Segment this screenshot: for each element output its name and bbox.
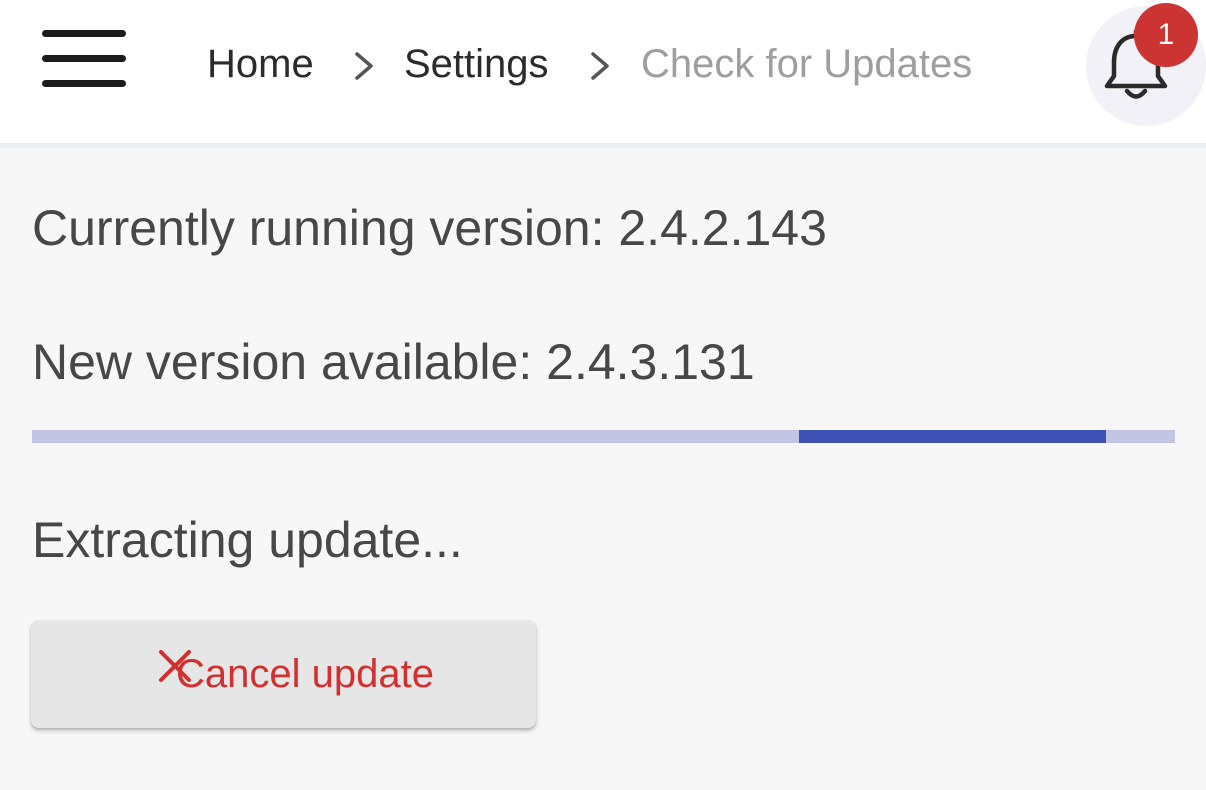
- current-version-text: Currently running version: 2.4.2.143: [32, 200, 827, 256]
- update-status-text: Extracting update...: [32, 512, 463, 568]
- app-header: Home Settings Check for Updates 1: [0, 0, 1206, 148]
- cancel-update-button[interactable]: Cancel update: [31, 620, 536, 728]
- breadcrumb-check-for-updates: Check for Updates: [641, 42, 973, 86]
- cancel-update-label: Cancel update: [176, 652, 434, 696]
- update-progress-bar: [32, 430, 1175, 443]
- chevron-right-icon: [591, 52, 609, 80]
- breadcrumb-home[interactable]: Home: [207, 40, 314, 88]
- breadcrumb-settings[interactable]: Settings: [404, 40, 549, 88]
- notification-count-badge: 1: [1134, 3, 1198, 67]
- chevron-right-icon: [355, 52, 373, 80]
- progress-indicator: [799, 430, 1106, 443]
- new-version-text: New version available: 2.4.3.131: [32, 334, 755, 390]
- hamburger-menu-icon[interactable]: [42, 30, 126, 90]
